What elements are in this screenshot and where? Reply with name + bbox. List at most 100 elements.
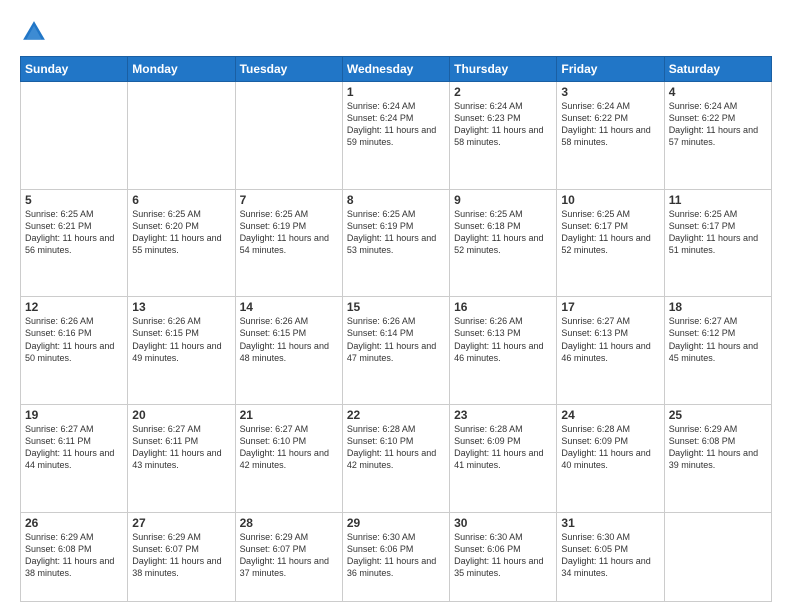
day-info: Sunrise: 6:26 AM Sunset: 6:15 PM Dayligh…	[240, 315, 338, 364]
weekday-header-sunday: Sunday	[21, 57, 128, 82]
calendar-cell: 3Sunrise: 6:24 AM Sunset: 6:22 PM Daylig…	[557, 82, 664, 190]
day-number: 21	[240, 408, 338, 422]
day-info: Sunrise: 6:24 AM Sunset: 6:22 PM Dayligh…	[669, 100, 767, 149]
day-number: 8	[347, 193, 445, 207]
weekday-header-friday: Friday	[557, 57, 664, 82]
calendar-cell: 23Sunrise: 6:28 AM Sunset: 6:09 PM Dayli…	[450, 404, 557, 512]
calendar-cell: 4Sunrise: 6:24 AM Sunset: 6:22 PM Daylig…	[664, 82, 771, 190]
calendar-cell: 7Sunrise: 6:25 AM Sunset: 6:19 PM Daylig…	[235, 189, 342, 297]
calendar-cell: 22Sunrise: 6:28 AM Sunset: 6:10 PM Dayli…	[342, 404, 449, 512]
calendar-cell: 1Sunrise: 6:24 AM Sunset: 6:24 PM Daylig…	[342, 82, 449, 190]
day-info: Sunrise: 6:26 AM Sunset: 6:15 PM Dayligh…	[132, 315, 230, 364]
day-number: 4	[669, 85, 767, 99]
day-number: 24	[561, 408, 659, 422]
day-number: 29	[347, 516, 445, 530]
calendar-cell: 30Sunrise: 6:30 AM Sunset: 6:06 PM Dayli…	[450, 512, 557, 601]
weekday-header-tuesday: Tuesday	[235, 57, 342, 82]
day-number: 17	[561, 300, 659, 314]
page: SundayMondayTuesdayWednesdayThursdayFrid…	[0, 0, 792, 612]
header	[20, 18, 772, 46]
calendar-cell: 11Sunrise: 6:25 AM Sunset: 6:17 PM Dayli…	[664, 189, 771, 297]
day-info: Sunrise: 6:26 AM Sunset: 6:16 PM Dayligh…	[25, 315, 123, 364]
day-info: Sunrise: 6:28 AM Sunset: 6:09 PM Dayligh…	[561, 423, 659, 472]
calendar-cell: 21Sunrise: 6:27 AM Sunset: 6:10 PM Dayli…	[235, 404, 342, 512]
calendar-cell	[664, 512, 771, 601]
day-number: 16	[454, 300, 552, 314]
day-number: 15	[347, 300, 445, 314]
day-number: 28	[240, 516, 338, 530]
week-row-1: 5Sunrise: 6:25 AM Sunset: 6:21 PM Daylig…	[21, 189, 772, 297]
calendar-cell: 17Sunrise: 6:27 AM Sunset: 6:13 PM Dayli…	[557, 297, 664, 405]
weekday-header-row: SundayMondayTuesdayWednesdayThursdayFrid…	[21, 57, 772, 82]
calendar-cell: 16Sunrise: 6:26 AM Sunset: 6:13 PM Dayli…	[450, 297, 557, 405]
day-info: Sunrise: 6:25 AM Sunset: 6:17 PM Dayligh…	[669, 208, 767, 257]
weekday-header-monday: Monday	[128, 57, 235, 82]
day-info: Sunrise: 6:28 AM Sunset: 6:09 PM Dayligh…	[454, 423, 552, 472]
day-info: Sunrise: 6:26 AM Sunset: 6:13 PM Dayligh…	[454, 315, 552, 364]
day-info: Sunrise: 6:27 AM Sunset: 6:12 PM Dayligh…	[669, 315, 767, 364]
day-number: 26	[25, 516, 123, 530]
calendar-cell: 12Sunrise: 6:26 AM Sunset: 6:16 PM Dayli…	[21, 297, 128, 405]
day-info: Sunrise: 6:30 AM Sunset: 6:06 PM Dayligh…	[347, 531, 445, 580]
day-info: Sunrise: 6:30 AM Sunset: 6:06 PM Dayligh…	[454, 531, 552, 580]
calendar-cell: 31Sunrise: 6:30 AM Sunset: 6:05 PM Dayli…	[557, 512, 664, 601]
day-number: 19	[25, 408, 123, 422]
day-info: Sunrise: 6:30 AM Sunset: 6:05 PM Dayligh…	[561, 531, 659, 580]
day-info: Sunrise: 6:25 AM Sunset: 6:18 PM Dayligh…	[454, 208, 552, 257]
day-info: Sunrise: 6:29 AM Sunset: 6:07 PM Dayligh…	[240, 531, 338, 580]
calendar-cell: 20Sunrise: 6:27 AM Sunset: 6:11 PM Dayli…	[128, 404, 235, 512]
calendar-cell: 8Sunrise: 6:25 AM Sunset: 6:19 PM Daylig…	[342, 189, 449, 297]
calendar-cell: 2Sunrise: 6:24 AM Sunset: 6:23 PM Daylig…	[450, 82, 557, 190]
day-info: Sunrise: 6:29 AM Sunset: 6:08 PM Dayligh…	[669, 423, 767, 472]
calendar-cell: 13Sunrise: 6:26 AM Sunset: 6:15 PM Dayli…	[128, 297, 235, 405]
calendar-cell: 27Sunrise: 6:29 AM Sunset: 6:07 PM Dayli…	[128, 512, 235, 601]
day-number: 14	[240, 300, 338, 314]
calendar-cell	[128, 82, 235, 190]
week-row-2: 12Sunrise: 6:26 AM Sunset: 6:16 PM Dayli…	[21, 297, 772, 405]
calendar-cell: 15Sunrise: 6:26 AM Sunset: 6:14 PM Dayli…	[342, 297, 449, 405]
calendar-cell: 5Sunrise: 6:25 AM Sunset: 6:21 PM Daylig…	[21, 189, 128, 297]
day-info: Sunrise: 6:27 AM Sunset: 6:11 PM Dayligh…	[25, 423, 123, 472]
calendar-cell	[235, 82, 342, 190]
day-info: Sunrise: 6:25 AM Sunset: 6:21 PM Dayligh…	[25, 208, 123, 257]
day-number: 5	[25, 193, 123, 207]
calendar-cell	[21, 82, 128, 190]
day-info: Sunrise: 6:24 AM Sunset: 6:23 PM Dayligh…	[454, 100, 552, 149]
day-number: 11	[669, 193, 767, 207]
day-number: 2	[454, 85, 552, 99]
day-number: 10	[561, 193, 659, 207]
day-number: 6	[132, 193, 230, 207]
day-info: Sunrise: 6:25 AM Sunset: 6:19 PM Dayligh…	[347, 208, 445, 257]
weekday-header-wednesday: Wednesday	[342, 57, 449, 82]
calendar-table: SundayMondayTuesdayWednesdayThursdayFrid…	[20, 56, 772, 602]
calendar-cell: 29Sunrise: 6:30 AM Sunset: 6:06 PM Dayli…	[342, 512, 449, 601]
week-row-0: 1Sunrise: 6:24 AM Sunset: 6:24 PM Daylig…	[21, 82, 772, 190]
day-info: Sunrise: 6:27 AM Sunset: 6:11 PM Dayligh…	[132, 423, 230, 472]
day-info: Sunrise: 6:29 AM Sunset: 6:08 PM Dayligh…	[25, 531, 123, 580]
weekday-header-saturday: Saturday	[664, 57, 771, 82]
calendar-cell: 24Sunrise: 6:28 AM Sunset: 6:09 PM Dayli…	[557, 404, 664, 512]
day-info: Sunrise: 6:25 AM Sunset: 6:20 PM Dayligh…	[132, 208, 230, 257]
day-info: Sunrise: 6:24 AM Sunset: 6:24 PM Dayligh…	[347, 100, 445, 149]
calendar-cell: 28Sunrise: 6:29 AM Sunset: 6:07 PM Dayli…	[235, 512, 342, 601]
week-row-4: 26Sunrise: 6:29 AM Sunset: 6:08 PM Dayli…	[21, 512, 772, 601]
day-info: Sunrise: 6:27 AM Sunset: 6:13 PM Dayligh…	[561, 315, 659, 364]
week-row-3: 19Sunrise: 6:27 AM Sunset: 6:11 PM Dayli…	[21, 404, 772, 512]
day-number: 30	[454, 516, 552, 530]
calendar-cell: 26Sunrise: 6:29 AM Sunset: 6:08 PM Dayli…	[21, 512, 128, 601]
day-info: Sunrise: 6:25 AM Sunset: 6:17 PM Dayligh…	[561, 208, 659, 257]
day-number: 9	[454, 193, 552, 207]
calendar-cell: 25Sunrise: 6:29 AM Sunset: 6:08 PM Dayli…	[664, 404, 771, 512]
day-number: 25	[669, 408, 767, 422]
day-number: 3	[561, 85, 659, 99]
logo	[20, 18, 52, 46]
day-number: 20	[132, 408, 230, 422]
day-info: Sunrise: 6:24 AM Sunset: 6:22 PM Dayligh…	[561, 100, 659, 149]
calendar-cell: 10Sunrise: 6:25 AM Sunset: 6:17 PM Dayli…	[557, 189, 664, 297]
day-number: 18	[669, 300, 767, 314]
calendar-cell: 19Sunrise: 6:27 AM Sunset: 6:11 PM Dayli…	[21, 404, 128, 512]
calendar-cell: 18Sunrise: 6:27 AM Sunset: 6:12 PM Dayli…	[664, 297, 771, 405]
calendar-cell: 6Sunrise: 6:25 AM Sunset: 6:20 PM Daylig…	[128, 189, 235, 297]
day-number: 12	[25, 300, 123, 314]
weekday-header-thursday: Thursday	[450, 57, 557, 82]
